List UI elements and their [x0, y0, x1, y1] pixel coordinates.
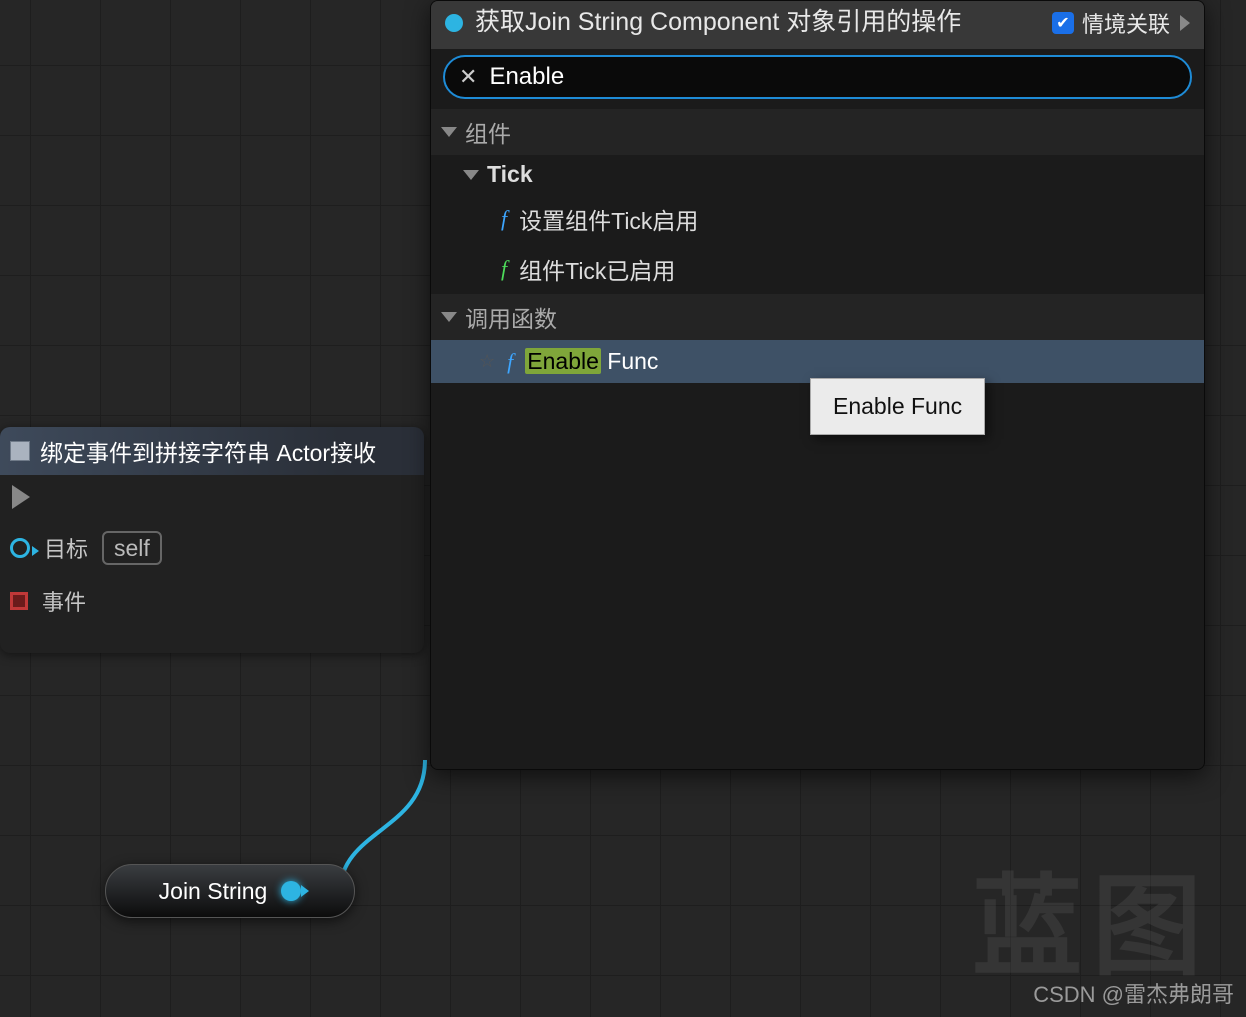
triangle-down-icon [441, 312, 457, 322]
node-label: Join String [159, 878, 268, 905]
target-pin-icon[interactable] [10, 538, 30, 558]
subcategory-label: Tick [487, 161, 533, 188]
category-label: 调用函数 [465, 300, 557, 334]
context-menu-title: 获取Join String Component 对象引用的操作 [475, 7, 961, 38]
highlight: Enable [525, 348, 601, 374]
tooltip-text: Enable Func [833, 393, 962, 419]
chevron-right-icon[interactable] [1180, 15, 1190, 31]
favorite-star-icon[interactable]: ☆ [479, 351, 495, 372]
function-icon: f [507, 349, 513, 375]
clear-icon[interactable]: ✕ [459, 64, 477, 90]
category-label: 组件 [465, 115, 511, 149]
function-icon: f [501, 256, 507, 282]
node-title-bar: 绑定事件到拼接字符串 Actor接收 [0, 427, 424, 475]
context-toggle[interactable]: ✔ 情境关联 [1052, 7, 1170, 39]
context-menu-header: 获取Join String Component 对象引用的操作 ✔ 情境关联 [431, 1, 1204, 49]
item-label: Enable Func [525, 348, 658, 375]
node-body: 目标 self 事件 [0, 475, 424, 653]
context-search[interactable]: ✕ [443, 55, 1192, 99]
list-item[interactable]: f 组件Tick已启用 [431, 244, 1204, 294]
target-self-chip[interactable]: self [102, 531, 162, 565]
item-label: 组件Tick已启用 [519, 252, 675, 286]
node-join-string[interactable]: Join String [105, 864, 355, 918]
context-bullet-icon [445, 14, 463, 32]
target-label: 目标 [44, 532, 88, 564]
exec-input-pin[interactable] [12, 485, 30, 509]
triangle-down-icon [441, 127, 457, 137]
function-icon: f [501, 206, 507, 232]
list-item[interactable]: f 设置组件Tick启用 [431, 194, 1204, 244]
event-pin-row: 事件 [10, 585, 414, 617]
event-label: 事件 [42, 585, 86, 617]
node-header-icon [10, 441, 30, 461]
search-input[interactable] [489, 63, 1176, 91]
item-label: 设置组件Tick启用 [519, 202, 698, 236]
category-call-function[interactable]: 调用函数 [431, 294, 1204, 340]
subcategory-tick[interactable]: Tick [431, 155, 1204, 194]
context-list[interactable]: 组件 Tick f 设置组件Tick启用 f 组件Tick已启用 调用函数 ☆ … [431, 109, 1204, 769]
context-menu-title-wrap: 获取Join String Component 对象引用的操作 [445, 7, 1042, 38]
event-pin-icon[interactable] [10, 592, 28, 610]
checkbox-icon: ✔ [1052, 12, 1074, 34]
node-bind-event[interactable]: 绑定事件到拼接字符串 Actor接收 目标 self 事件 [0, 427, 424, 653]
triangle-down-icon [463, 170, 479, 180]
category-components[interactable]: 组件 [431, 109, 1204, 155]
node-title: 绑定事件到拼接字符串 Actor接收 [40, 434, 376, 468]
tooltip: Enable Func [810, 378, 985, 435]
target-pin-row: 目标 self [10, 531, 414, 565]
output-pin[interactable] [281, 881, 301, 901]
context-toggle-label: 情境关联 [1082, 7, 1170, 39]
list-item-selected[interactable]: ☆ f Enable Func [431, 340, 1204, 383]
